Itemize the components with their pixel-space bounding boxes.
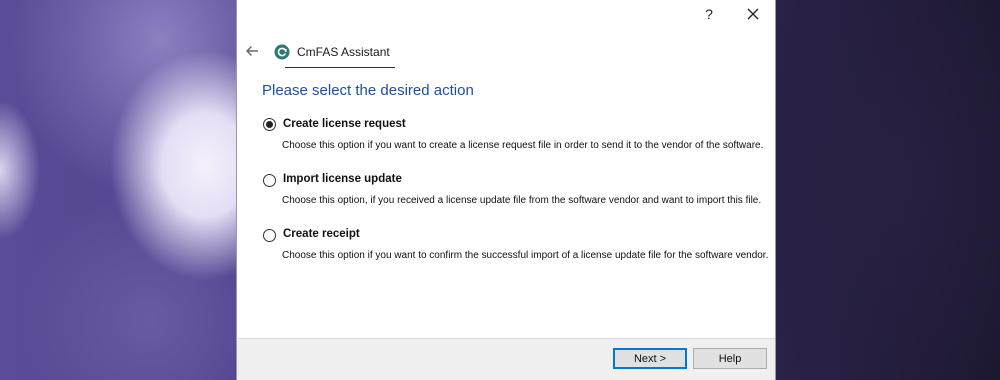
radio-import-license-update[interactable] <box>263 174 276 187</box>
option-description-create-license-request: Choose this option if you want to create… <box>282 140 764 151</box>
next-button[interactable]: Next > <box>613 348 687 369</box>
cmfas-assistant-dialog: ? CmFAS Assistant Please select the desi… <box>236 0 776 380</box>
option-label-import-license-update[interactable]: Import license update <box>283 173 402 185</box>
option-description-import-license-update: Choose this option, if you received a li… <box>282 195 762 206</box>
radio-create-receipt[interactable] <box>263 229 276 242</box>
help-button[interactable]: Help <box>693 348 767 369</box>
cmfas-refresh-icon <box>274 44 290 60</box>
close-button[interactable] <box>733 2 773 26</box>
radio-create-license-request[interactable] <box>263 118 276 131</box>
close-icon <box>747 8 759 20</box>
help-question-button[interactable]: ? <box>689 2 729 26</box>
option-label-create-receipt[interactable]: Create receipt <box>283 228 360 240</box>
back-arrow-icon[interactable] <box>243 42 261 60</box>
help-question-glyph: ? <box>705 6 713 22</box>
page-heading: Please select the desired action <box>262 82 474 99</box>
option-description-create-receipt: Choose this option if you want to confir… <box>282 250 769 261</box>
app-title: CmFAS Assistant <box>297 45 390 59</box>
option-label-create-license-request[interactable]: Create license request <box>283 118 406 130</box>
